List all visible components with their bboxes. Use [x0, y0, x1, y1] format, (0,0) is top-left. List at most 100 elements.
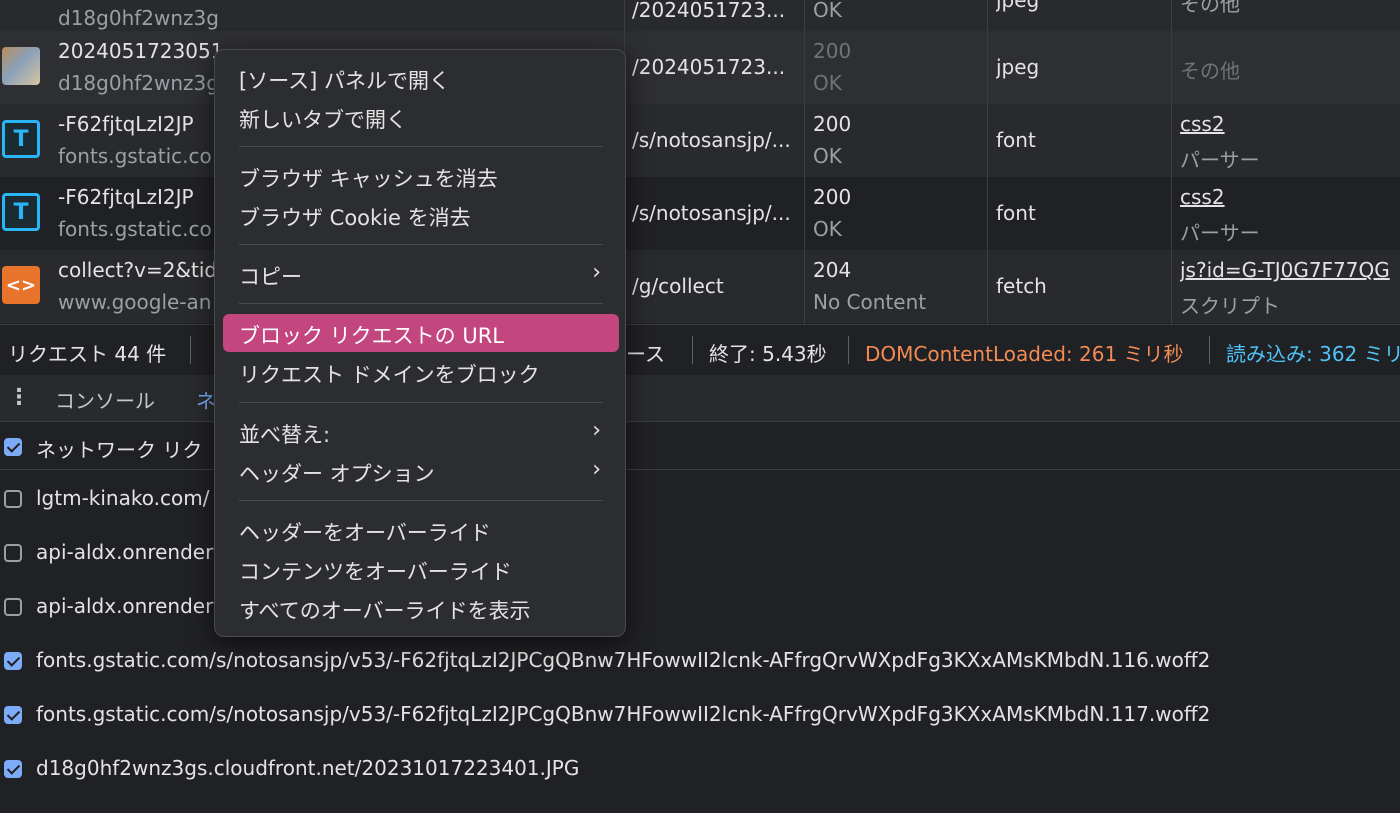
- chevron-right-icon: ›: [592, 260, 601, 285]
- request-type: fetch: [996, 274, 1047, 298]
- menu-item-label: ブロック リクエストの URL: [239, 324, 505, 348]
- pattern-label: lgtm-kinako.com/: [36, 486, 210, 510]
- request-name: collect?v=2&tid: [58, 258, 218, 282]
- summary-separator: [190, 336, 191, 364]
- table-row[interactable]: <> collect?v=2&tid www.google-an /g/coll…: [0, 250, 1400, 323]
- request-count: リクエスト 44 件: [8, 342, 167, 366]
- more-options-icon[interactable]: ⋮: [8, 385, 30, 410]
- menu-item-open-in-sources[interactable]: [ソース] パネルで開く: [223, 59, 619, 97]
- tab-console[interactable]: コンソール: [55, 385, 155, 414]
- code-icon: <>: [2, 266, 40, 304]
- menu-item-override-content[interactable]: コンテンツをオーバーライド: [223, 550, 619, 588]
- pattern-label: fonts.gstatic.com/s/notosansjp/v53/-F62f…: [36, 648, 1211, 672]
- summary-separator: [1209, 336, 1210, 364]
- table-row[interactable]: T -F62fjtqLzI2JP fonts.gstatic.co /s/not…: [0, 104, 1400, 177]
- menu-separator: [239, 244, 603, 245]
- menu-item-block-request-domain[interactable]: リクエスト ドメインをブロック: [223, 353, 619, 391]
- network-summary-bar: リクエスト 44 件 ース 終了: 5.43秒 DOMContentLoaded…: [0, 324, 1400, 376]
- request-status-code: 200: [813, 112, 852, 136]
- pattern-label: api-aldx.onrender: [36, 594, 214, 618]
- request-initiator-type: パーサー: [1180, 221, 1260, 245]
- menu-item-label: コンテンツをオーバーライド: [239, 560, 512, 584]
- menu-item-sort-by[interactable]: 並べ替え: ›: [223, 413, 619, 451]
- request-initiator-link[interactable]: css2: [1180, 112, 1225, 136]
- menu-item-label: リクエスト ドメインをブロック: [239, 363, 540, 387]
- request-type: jpeg: [996, 0, 1040, 12]
- resources-label: ース: [626, 342, 665, 366]
- request-initiator: その他: [1180, 59, 1240, 83]
- menu-separator: [239, 500, 603, 501]
- request-type: font: [996, 201, 1036, 225]
- pattern-checkbox[interactable]: [4, 598, 22, 616]
- request-status-text: OK: [813, 144, 842, 168]
- menu-item-show-all-overrides[interactable]: すべてのオーバーライドを表示: [223, 589, 619, 627]
- request-type: jpeg: [996, 55, 1040, 79]
- request-path: /s/notosansjp/...: [632, 128, 791, 152]
- request-domain: d18g0hf2wnz3g: [58, 71, 218, 95]
- request-path: /2024051723...: [632, 55, 786, 79]
- pattern-label: fonts.gstatic.com/s/notosansjp/v53/-F62f…: [36, 702, 1211, 726]
- pattern-checkbox[interactable]: [4, 760, 22, 778]
- request-status-text: OK: [813, 0, 842, 22]
- pattern-label: api-aldx.onrender: [36, 540, 214, 564]
- request-initiator-link[interactable]: css2: [1180, 185, 1225, 209]
- request-name: -F62fjtqLzI2JP: [58, 112, 194, 136]
- menu-separator: [239, 402, 603, 403]
- request-domain: www.google-an: [58, 290, 212, 314]
- table-row[interactable]: d18g0hf2wnz3gs.cloudfront.net /202405172…: [0, 0, 1400, 31]
- menu-item-label: ブラウザ Cookie を消去: [239, 206, 471, 230]
- menu-item-header-options[interactable]: ヘッダー オプション ›: [223, 452, 619, 490]
- font-icon: T: [2, 193, 40, 231]
- drawer-tab-bar: ⋮ コンソール ネ: [0, 375, 1400, 422]
- request-status-code: 200: [813, 185, 852, 209]
- pattern-label: d18g0hf2wnz3gs.cloudfront.net/2023101722…: [36, 756, 580, 780]
- table-row[interactable]: 2024051723051 d18g0hf2wnz3g /2024051723.…: [0, 31, 1400, 104]
- tab-network-request-blocking[interactable]: ネ: [196, 385, 216, 414]
- menu-item-copy[interactable]: コピー ›: [223, 255, 619, 293]
- pattern-checkbox[interactable]: [4, 706, 22, 724]
- menu-item-open-in-new-tab[interactable]: 新しいタブで開く: [223, 98, 619, 136]
- request-domain: fonts.gstatic.co: [58, 217, 212, 241]
- request-domain: d18g0hf2wnz3gs.cloudfront.net: [58, 6, 218, 30]
- font-icon: T: [2, 120, 40, 158]
- request-status-text: OK: [813, 71, 842, 95]
- table-row[interactable]: T -F62fjtqLzI2JP fonts.gstatic.co /s/not…: [0, 177, 1400, 250]
- pattern-checkbox[interactable]: [4, 490, 22, 508]
- request-initiator-type: パーサー: [1180, 148, 1260, 172]
- pattern-checkbox[interactable]: [4, 652, 22, 670]
- request-domain: fonts.gstatic.co: [58, 144, 212, 168]
- enable-blocking-label: ネットワーク リク: [36, 438, 203, 462]
- column-divider[interactable]: [804, 0, 805, 324]
- request-name: 2024051723051: [58, 39, 218, 63]
- enable-blocking-checkbox[interactable]: [4, 438, 22, 456]
- menu-item-label: ヘッダーをオーバーライド: [239, 521, 491, 545]
- menu-item-clear-browser-cookies[interactable]: ブラウザ Cookie を消去: [223, 196, 619, 234]
- chevron-right-icon: ›: [592, 418, 601, 443]
- menu-item-clear-browser-cache[interactable]: ブラウザ キャッシュを消去: [223, 157, 619, 195]
- dom-content-loaded-time: DOMContentLoaded: 261 ミリ秒: [865, 342, 1184, 366]
- menu-item-block-request-url[interactable]: ブロック リクエストの URL: [223, 314, 619, 352]
- finish-time: 終了: 5.43秒: [709, 342, 827, 366]
- column-divider[interactable]: [987, 0, 988, 324]
- menu-item-label: 新しいタブで開く: [239, 108, 407, 132]
- menu-separator: [239, 146, 603, 147]
- panel-divider: [0, 469, 1400, 470]
- request-initiator-link[interactable]: js?id=G-TJ0G7F77QG: [1180, 258, 1390, 282]
- image-icon: [2, 47, 40, 85]
- menu-item-label: ブラウザ キャッシュを消去: [239, 167, 498, 191]
- menu-item-label: 並べ替え:: [239, 423, 331, 447]
- pattern-checkbox[interactable]: [4, 544, 22, 562]
- request-path: /g/collect: [632, 274, 724, 298]
- request-path: /s/notosansjp/...: [632, 201, 791, 225]
- request-type: font: [996, 128, 1036, 152]
- request-status-code: 200: [813, 39, 852, 63]
- request-status-code: 204: [813, 258, 852, 282]
- column-divider[interactable]: [1171, 0, 1172, 324]
- load-time: 読み込み: 362 ミリ: [1226, 342, 1400, 366]
- chevron-right-icon: ›: [592, 457, 601, 482]
- summary-separator: [692, 336, 693, 364]
- menu-item-label: ヘッダー オプション: [239, 462, 435, 486]
- menu-item-label: [ソース] パネルで開く: [239, 69, 451, 93]
- menu-item-label: コピー: [239, 265, 302, 289]
- menu-item-override-headers[interactable]: ヘッダーをオーバーライド: [223, 511, 619, 549]
